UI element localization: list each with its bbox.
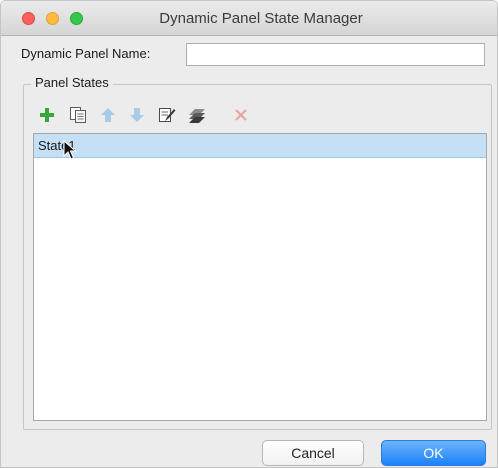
window-title: Dynamic Panel State Manager bbox=[159, 10, 363, 27]
move-state-down-button[interactable] bbox=[126, 104, 148, 126]
move-down-icon bbox=[130, 108, 144, 122]
duplicate-state-icon bbox=[70, 107, 86, 123]
edit-state-button[interactable] bbox=[156, 104, 178, 126]
panel-states-legend: Panel States bbox=[31, 75, 113, 90]
add-state-button[interactable] bbox=[36, 104, 58, 126]
duplicate-state-button[interactable] bbox=[67, 104, 89, 126]
panel-states-list[interactable]: State1 bbox=[33, 133, 487, 421]
title-bar[interactable]: Dynamic Panel State Manager bbox=[1, 1, 497, 36]
mouse-pointer-icon bbox=[63, 140, 77, 160]
add-state-icon bbox=[40, 108, 54, 122]
edit-all-states-icon bbox=[189, 109, 205, 123]
edit-all-states-button[interactable] bbox=[186, 104, 208, 126]
ok-button[interactable]: OK bbox=[381, 440, 486, 466]
state-row-selected[interactable]: State1 bbox=[34, 134, 486, 158]
move-up-icon bbox=[101, 108, 115, 122]
delete-state-icon bbox=[235, 109, 247, 121]
edit-state-icon bbox=[159, 108, 176, 122]
cancel-button[interactable]: Cancel bbox=[262, 440, 364, 466]
move-state-up-button[interactable] bbox=[97, 104, 119, 126]
panel-name-input[interactable] bbox=[186, 43, 485, 66]
panel-name-label: Dynamic Panel Name: bbox=[21, 46, 151, 61]
delete-state-button[interactable] bbox=[230, 104, 252, 126]
